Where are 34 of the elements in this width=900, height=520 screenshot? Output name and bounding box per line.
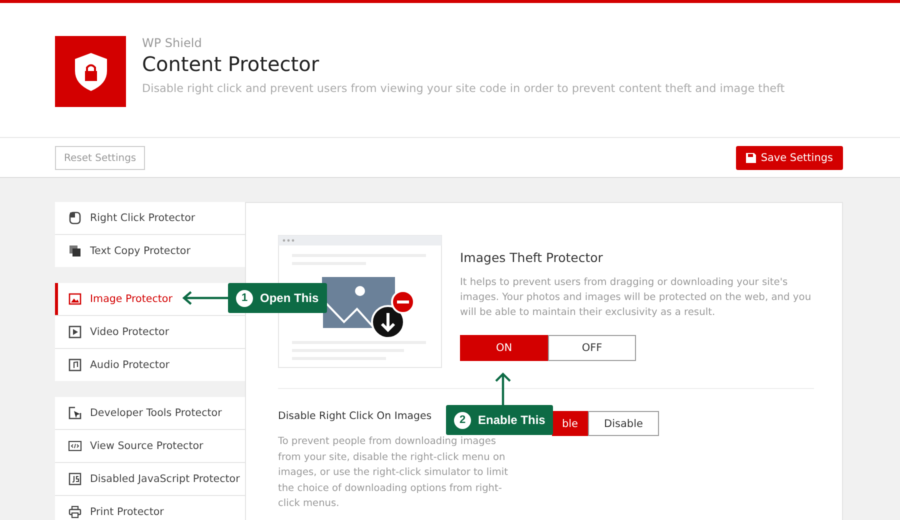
annotation-callout: 2 Enable This	[446, 405, 554, 435]
save-settings-button[interactable]: Save Settings	[736, 146, 843, 170]
sidebar-item[interactable]: Disabled JavaScript Protector	[55, 463, 245, 495]
print-icon	[68, 505, 82, 519]
shield-logo	[55, 36, 126, 107]
annotation-arrow	[181, 290, 229, 306]
video-icon	[68, 325, 82, 339]
image-icon	[68, 292, 82, 306]
copy-icon	[68, 244, 82, 258]
toggle-option[interactable]: Disable	[588, 411, 659, 436]
brand-name: WP Shield	[142, 36, 203, 50]
cursor-icon	[68, 406, 82, 420]
script-icon	[68, 472, 82, 486]
annotation-callout: 1 Open This	[228, 283, 327, 313]
feature-description: It helps to prevent users from dragging or downloading your site's images. Your photos and images will be protected on the web, and you will be able to maintain their exclusivity as a result.	[460, 276, 812, 320]
audio-icon	[68, 358, 82, 372]
sidebar-item[interactable]: Right Click Protector	[55, 202, 245, 234]
sidebar-item[interactable]: View Source Protector	[55, 430, 245, 462]
toggle-option[interactable]: OFF	[548, 335, 636, 361]
code-icon	[68, 439, 82, 453]
sidebar-item[interactable]: Audio Protector	[55, 349, 245, 381]
sidebar-item[interactable]: Developer Tools Protector	[55, 397, 245, 429]
page-title: Content Protector	[142, 52, 320, 76]
toggle-option[interactable]: ble	[552, 411, 588, 436]
sidebar-item[interactable]: Video Protector	[55, 316, 245, 348]
feature-title: Images Theft Protector	[460, 250, 604, 265]
sidebar-item[interactable]: Print Protector	[55, 496, 245, 520]
mouse-icon	[68, 211, 82, 225]
setting-title: Disable Right Click On Images	[278, 411, 432, 422]
setting-description: To prevent people from downloading images from your site, disable the right-click menu on images, or use the right-click simulator to limit the choice of downloading options from right-click menus.	[278, 435, 508, 511]
toggle-option[interactable]: ON	[460, 335, 548, 361]
page-subtitle: Disable right click and prevent users from viewing your site code in order to prevent content theft and image theft	[142, 82, 785, 95]
sidebar-item[interactable]: Text Copy Protector	[55, 235, 245, 267]
annotation-arrow	[494, 371, 512, 405]
